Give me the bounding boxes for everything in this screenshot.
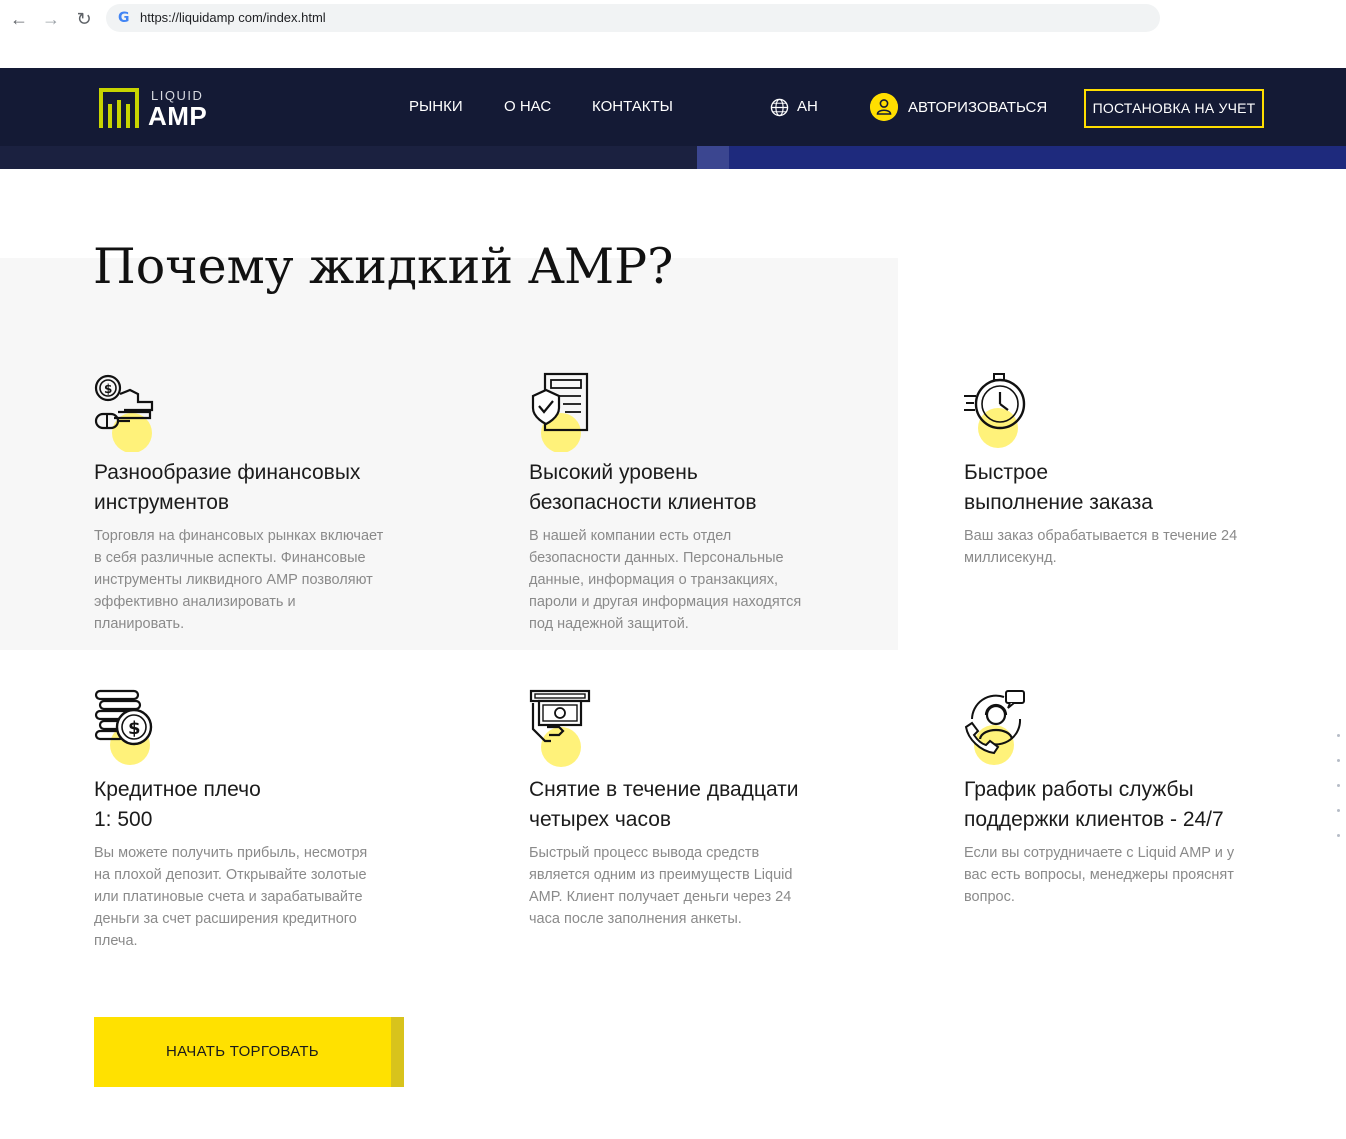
logo-bars-icon — [99, 88, 139, 128]
feature-description: Ваш заказ обрабатывается в течение 24 ми… — [964, 528, 1238, 566]
feature-title-line: График работы службы — [964, 778, 1194, 801]
feature-title-line: выполнение заказа — [964, 491, 1153, 514]
feature-title-line: поддержки клиентов - 24/7 — [964, 808, 1224, 831]
language-label: АН — [797, 98, 818, 115]
stopwatch-icon — [964, 373, 1026, 448]
slider-dot[interactable] — [1337, 834, 1340, 837]
globe-icon — [770, 98, 789, 117]
feature-title-line: 1: 500 — [94, 808, 153, 831]
security-shield-icon — [531, 372, 589, 452]
feature-title-line: Снятие в течение двадцати — [529, 778, 799, 801]
cash-withdrawal-icon — [529, 689, 591, 767]
coins-stack-icon: $ — [94, 689, 153, 765]
start-trading-button[interactable]: НАЧАТЬ ТОРГОВАТЬ — [94, 1017, 404, 1087]
login-label: АВТОРИЗОВАТЬСЯ — [908, 99, 1048, 116]
slider-dots[interactable] — [1335, 732, 1341, 842]
feature-title: Снятие в течение двадцати четырех часов — [529, 775, 849, 835]
header-banner-image — [697, 146, 1346, 169]
slider-dot[interactable] — [1337, 734, 1340, 737]
feature-title-line: инструментов — [94, 491, 230, 514]
back-arrow-icon[interactable]: ← — [8, 8, 30, 30]
feature-title-line: Быстрое — [964, 461, 1049, 484]
nav-link-contacts[interactable]: КОНТАКТЫ — [592, 98, 673, 115]
logo-text-bottom: AMP — [148, 101, 208, 131]
site-header: LIQUID AMP РЫНКИ О НАС КОНТАКТЫ АН АВТОР… — [0, 68, 1346, 169]
support-agent-icon — [964, 690, 1025, 765]
register-button[interactable]: ПОСТАНОВКА НА УЧЕТ — [1084, 89, 1264, 128]
logo[interactable]: LIQUID AMP — [97, 84, 217, 132]
address-bar[interactable]: G https://liquidamp com/index.html — [106, 4, 1160, 32]
reload-icon[interactable]: ↻ — [73, 8, 95, 30]
user-icon — [870, 93, 898, 121]
feature-description: Торговля на финансовых рынках включает в… — [94, 528, 384, 632]
svg-text:$: $ — [104, 382, 112, 396]
feature-title: График работы службы поддержки клиентов … — [964, 775, 1284, 835]
feature-description: Быстрый процесс вывода средств является … — [529, 845, 793, 927]
feature-title: Кредитное плечо 1: 500 — [94, 775, 414, 835]
feature-description: Если вы сотрудничаете с Liquid AMP и у в… — [964, 845, 1235, 905]
feature-title: Разнообразие финансовых инструментов — [94, 458, 414, 518]
feature-title-line: Высокий уровень — [529, 461, 698, 484]
feature-title-line: четырех часов — [529, 808, 672, 831]
feature-title-line: безопасности клиентов — [529, 491, 757, 514]
slider-dot[interactable] — [1337, 784, 1340, 787]
feature-title-line: Разнообразие финансовых — [94, 461, 361, 484]
browser-toolbar: ← → ↻ G https://liquidamp com/index.html — [0, 0, 1346, 38]
header-banner-image-edge — [697, 146, 729, 169]
slider-dot[interactable] — [1337, 759, 1340, 762]
google-icon: G — [118, 10, 130, 26]
feature-title: Быстрое выполнение заказа — [964, 458, 1284, 518]
url-text[interactable]: https://liquidamp com/index.html — [140, 10, 326, 25]
finance-money-icon: $ — [94, 374, 154, 452]
forward-arrow-icon[interactable]: → — [40, 8, 62, 30]
slider-dot[interactable] — [1337, 809, 1340, 812]
svg-text:$: $ — [128, 718, 141, 739]
feature-description: В нашей компании есть отдел безопасности… — [529, 528, 802, 632]
feature-title: Высокий уровень безопасности клиентов — [529, 458, 849, 518]
nav-link-about[interactable]: О НАС — [504, 98, 551, 115]
section-title: Почему жидкий AMP? — [93, 238, 674, 295]
feature-description: Вы можете получить прибыль, несмотря на … — [94, 845, 368, 949]
feature-title-line: Кредитное плечо — [94, 778, 261, 801]
nav-link-markets[interactable]: РЫНКИ — [409, 98, 463, 115]
